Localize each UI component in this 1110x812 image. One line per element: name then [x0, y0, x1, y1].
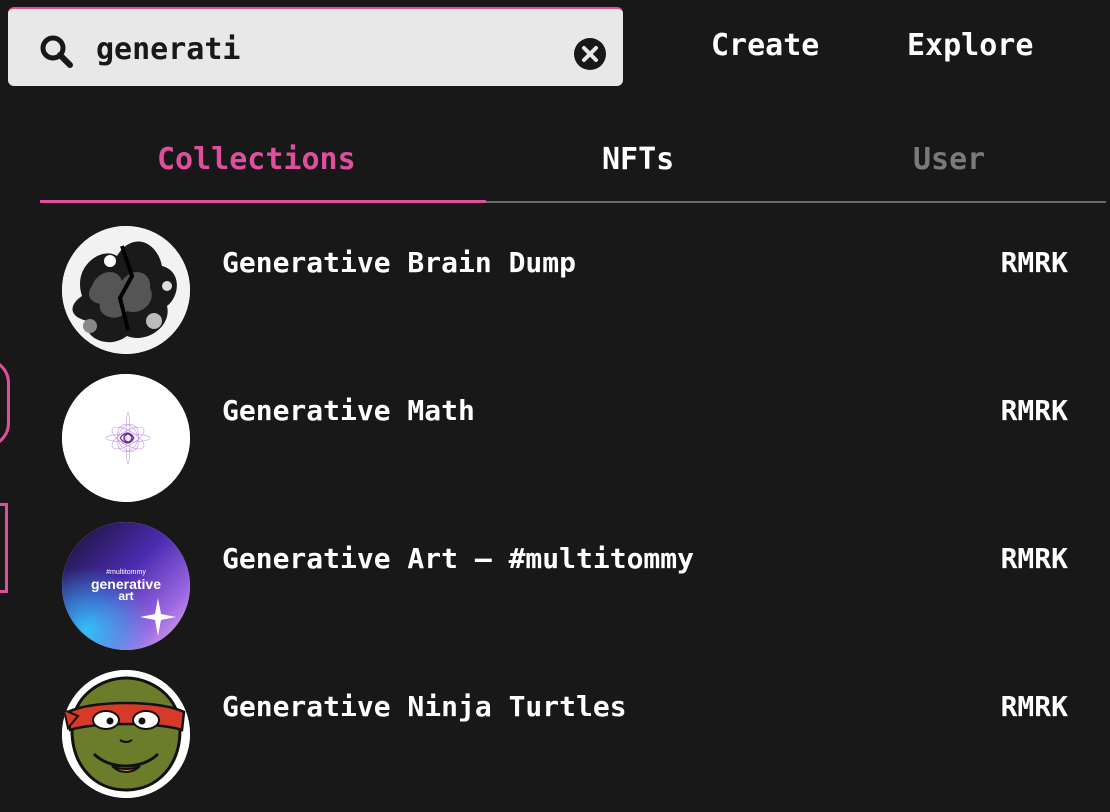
chain-label: RMRK: [1000, 690, 1068, 723]
tab-collections[interactable]: Collections: [157, 142, 356, 177]
thumb-line2: art: [118, 589, 133, 603]
tab-user[interactable]: User: [913, 142, 985, 177]
chain-label: RMRK: [1000, 394, 1068, 427]
result-row[interactable]: #multitommy generative art Generative Ar…: [0, 512, 1110, 660]
collection-name: Generative Brain Dump: [222, 246, 577, 279]
tab-nfts[interactable]: NFTs: [602, 142, 674, 177]
collection-name: Generative Ninja Turtles: [222, 690, 627, 723]
chain-label: RMRK: [1000, 246, 1068, 279]
ninja-turtle-thumbnail: [62, 670, 190, 798]
clear-search-icon[interactable]: [574, 38, 606, 70]
result-row[interactable]: Generative Ninja Turtles RMRK: [0, 660, 1110, 808]
nav-create-link[interactable]: Create: [711, 28, 819, 63]
gradient-art-thumbnail: #multitommy generative art: [62, 522, 190, 650]
search-icon: [40, 35, 73, 68]
active-tab-indicator: [40, 200, 486, 203]
result-row[interactable]: Generative Brain Dump RMRK: [0, 216, 1110, 364]
math-swirl-thumbnail: [62, 374, 190, 502]
ink-blot-thumbnail: [62, 226, 190, 354]
collection-name: Generative Math: [222, 394, 475, 427]
thumb-small-text: #multitommy: [106, 569, 146, 576]
nav-explore-link[interactable]: Explore: [907, 28, 1033, 63]
search-bar[interactable]: [8, 7, 623, 86]
search-input[interactable]: [96, 29, 556, 69]
chain-label: RMRK: [1000, 542, 1068, 575]
search-tabs: Collections NFTs User: [40, 140, 1106, 204]
collection-name: Generative Art – #multitommy: [222, 542, 695, 575]
result-row[interactable]: Generative Math RMRK: [0, 364, 1110, 512]
